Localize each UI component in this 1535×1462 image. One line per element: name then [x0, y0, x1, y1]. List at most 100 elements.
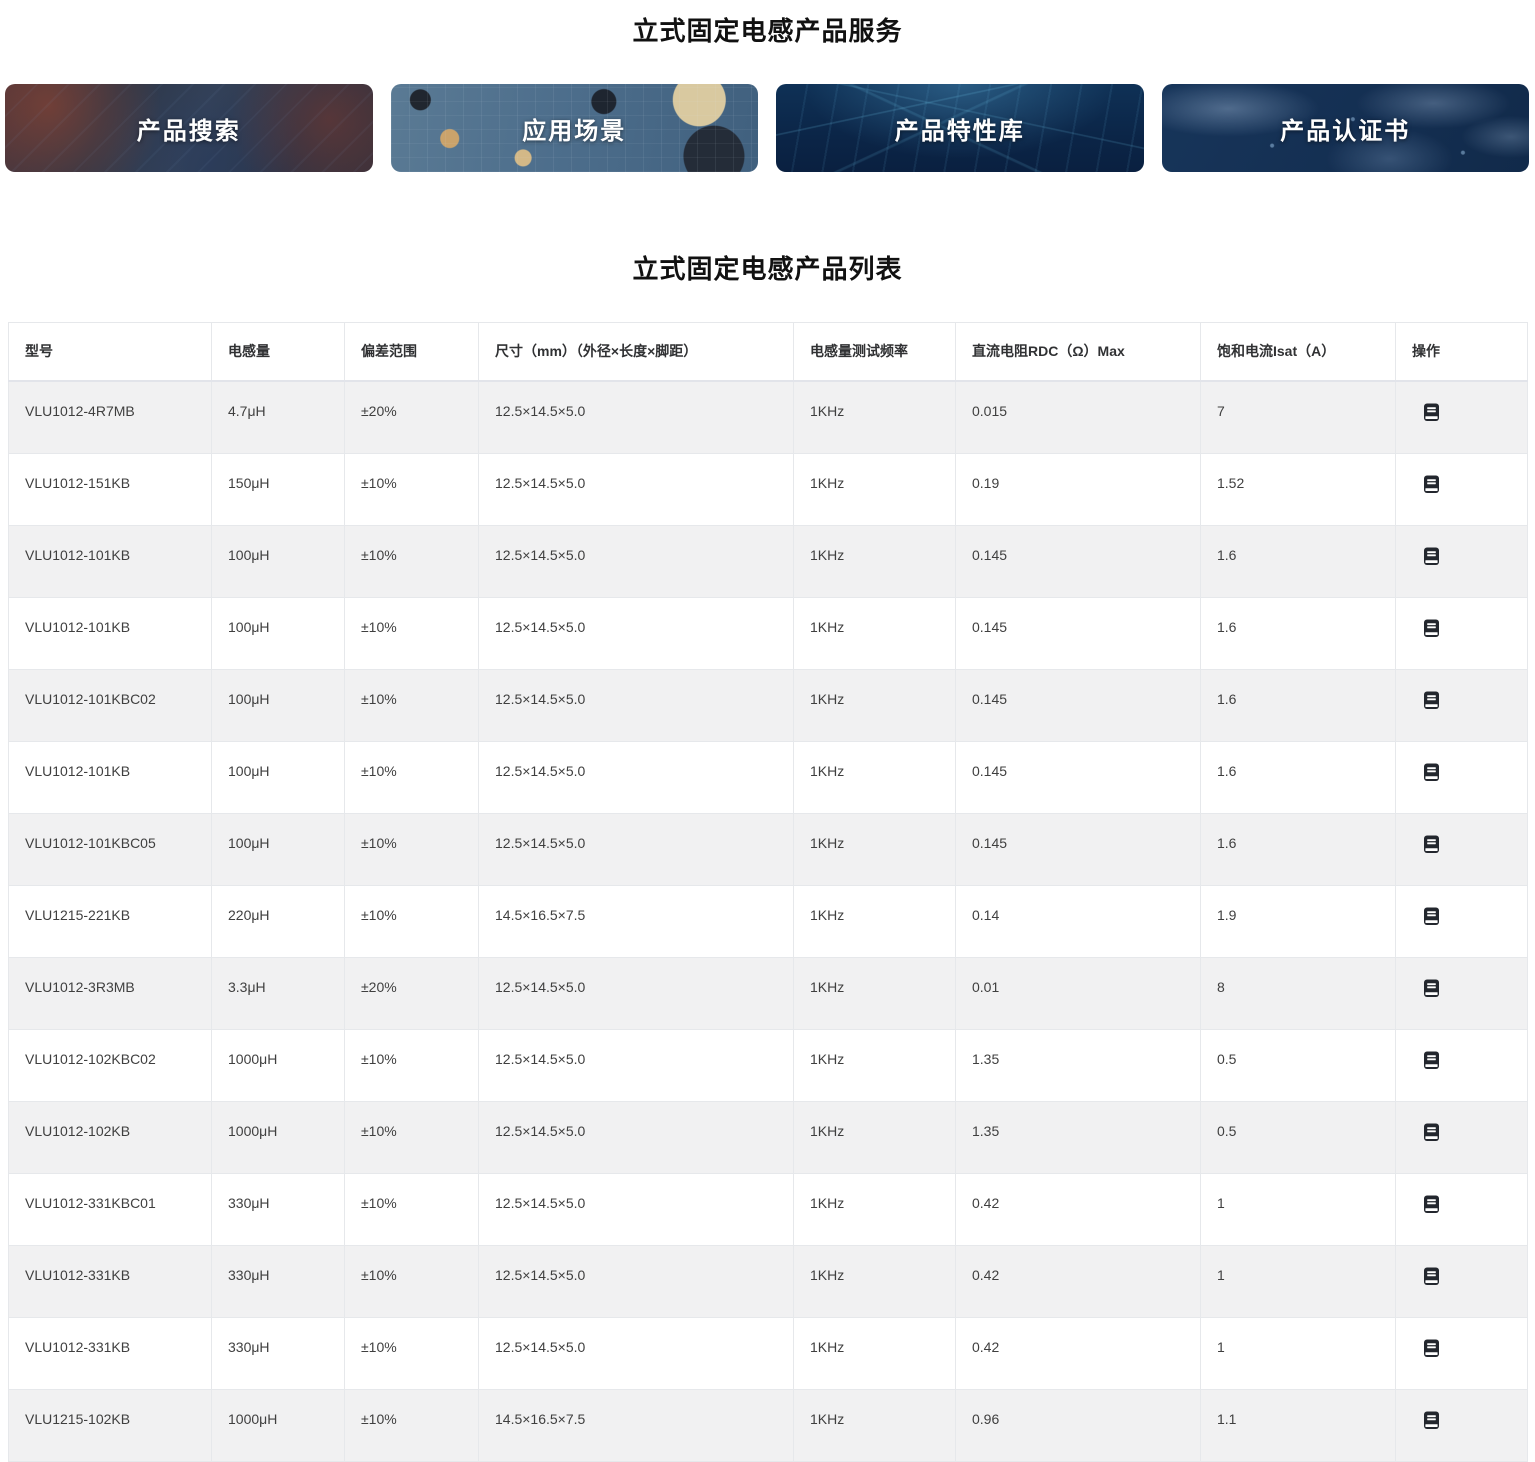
- banner-card-2[interactable]: 应用场景: [391, 84, 759, 172]
- cell-isat: 1.1: [1201, 1390, 1396, 1462]
- cell-action: [1396, 1102, 1528, 1174]
- cell-inductance: 100μH: [212, 742, 345, 814]
- banner-card-1[interactable]: 产品搜索: [5, 84, 373, 172]
- cell-inductance: 150μH: [212, 454, 345, 526]
- cell-rdc: 0.145: [956, 814, 1201, 886]
- cell-inductance: 100μH: [212, 526, 345, 598]
- cell-freq: 1KHz: [794, 526, 956, 598]
- cell-inductance: 330μH: [212, 1318, 345, 1390]
- column-header: 饱和电流Isat（A）: [1201, 323, 1396, 382]
- cell-inductance: 100μH: [212, 814, 345, 886]
- cell-size: 12.5×14.5×5.0: [479, 1102, 794, 1174]
- view-detail-button[interactable]: [1423, 907, 1440, 926]
- view-detail-button[interactable]: [1423, 1051, 1440, 1070]
- cell-rdc: 0.145: [956, 742, 1201, 814]
- cell-tolerance: ±10%: [345, 1174, 479, 1246]
- view-detail-button[interactable]: [1423, 619, 1440, 638]
- cell-action: [1396, 958, 1528, 1030]
- cell-rdc: 0.145: [956, 598, 1201, 670]
- cell-isat: 1.6: [1201, 814, 1396, 886]
- product-table-body: VLU1012-4R7MB4.7μH±20%12.5×14.5×5.01KHz0…: [9, 381, 1528, 1462]
- cell-model: VLU1012-331KBC01: [9, 1174, 212, 1246]
- view-detail-button[interactable]: [1423, 979, 1440, 998]
- cell-tolerance: ±10%: [345, 1030, 479, 1102]
- view-detail-button[interactable]: [1423, 691, 1440, 710]
- cell-rdc: 0.42: [956, 1318, 1201, 1390]
- cell-model: VLU1012-101KB: [9, 598, 212, 670]
- view-detail-button[interactable]: [1423, 1195, 1440, 1214]
- cell-inductance: 1000μH: [212, 1102, 345, 1174]
- table-row: VLU1012-331KBC01330μH±10%12.5×14.5×5.01K…: [9, 1174, 1528, 1246]
- cell-rdc: 0.01: [956, 958, 1201, 1030]
- cell-model: VLU1012-331KB: [9, 1246, 212, 1318]
- cell-freq: 1KHz: [794, 598, 956, 670]
- cell-freq: 1KHz: [794, 454, 956, 526]
- cell-tolerance: ±10%: [345, 670, 479, 742]
- cell-isat: 1.6: [1201, 526, 1396, 598]
- cell-rdc: 1.35: [956, 1030, 1201, 1102]
- cell-action: [1396, 742, 1528, 814]
- cell-size: 12.5×14.5×5.0: [479, 814, 794, 886]
- view-detail-button[interactable]: [1423, 1123, 1440, 1142]
- view-detail-button[interactable]: [1423, 1267, 1440, 1286]
- cell-rdc: 0.14: [956, 886, 1201, 958]
- cell-model: VLU1012-3R3MB: [9, 958, 212, 1030]
- cell-size: 12.5×14.5×5.0: [479, 526, 794, 598]
- view-detail-button[interactable]: [1423, 1339, 1440, 1358]
- book-icon: [1423, 691, 1440, 710]
- cell-isat: 0.5: [1201, 1102, 1396, 1174]
- cell-size: 12.5×14.5×5.0: [479, 670, 794, 742]
- table-row: VLU1012-101KBC02100μH±10%12.5×14.5×5.01K…: [9, 670, 1528, 742]
- cell-tolerance: ±10%: [345, 1102, 479, 1174]
- cell-freq: 1KHz: [794, 1390, 956, 1462]
- cell-isat: 0.5: [1201, 1030, 1396, 1102]
- view-detail-button[interactable]: [1423, 547, 1440, 566]
- cell-action: [1396, 526, 1528, 598]
- cell-tolerance: ±20%: [345, 381, 479, 454]
- cell-size: 12.5×14.5×5.0: [479, 1318, 794, 1390]
- view-detail-button[interactable]: [1423, 763, 1440, 782]
- cell-freq: 1KHz: [794, 958, 956, 1030]
- banner-label: 产品特性库: [895, 111, 1025, 146]
- cell-freq: 1KHz: [794, 670, 956, 742]
- banner-card-3[interactable]: 产品特性库: [776, 84, 1144, 172]
- cell-isat: 1: [1201, 1174, 1396, 1246]
- banner-label: 应用场景: [522, 111, 626, 146]
- table-row: VLU1012-101KBC05100μH±10%12.5×14.5×5.01K…: [9, 814, 1528, 886]
- book-icon: [1423, 1123, 1440, 1142]
- cell-isat: 1.52: [1201, 454, 1396, 526]
- view-detail-button[interactable]: [1423, 835, 1440, 854]
- view-detail-button[interactable]: [1423, 403, 1440, 422]
- cell-tolerance: ±10%: [345, 598, 479, 670]
- banner-label: 产品认证书: [1280, 111, 1410, 146]
- cell-tolerance: ±10%: [345, 454, 479, 526]
- cell-action: [1396, 381, 1528, 454]
- cell-freq: 1KHz: [794, 1174, 956, 1246]
- book-icon: [1423, 1195, 1440, 1214]
- cell-tolerance: ±10%: [345, 1318, 479, 1390]
- table-row: VLU1012-4R7MB4.7μH±20%12.5×14.5×5.01KHz0…: [9, 381, 1528, 454]
- book-icon: [1423, 475, 1440, 494]
- cell-size: 12.5×14.5×5.0: [479, 1246, 794, 1318]
- cell-freq: 1KHz: [794, 886, 956, 958]
- cell-inductance: 330μH: [212, 1246, 345, 1318]
- cell-action: [1396, 454, 1528, 526]
- product-table: 型号电感量偏差范围尺寸（mm）（外径×长度×脚距）电感量测试频率直流电阻RDC（…: [8, 322, 1528, 1462]
- table-row: VLU1012-101KB100μH±10%12.5×14.5×5.01KHz0…: [9, 526, 1528, 598]
- cell-isat: 1.6: [1201, 742, 1396, 814]
- cell-inductance: 100μH: [212, 670, 345, 742]
- table-row: VLU1215-221KB220μH±10%14.5×16.5×7.51KHz0…: [9, 886, 1528, 958]
- cell-tolerance: ±10%: [345, 1246, 479, 1318]
- view-detail-button[interactable]: [1423, 475, 1440, 494]
- banner-card-4[interactable]: 产品认证书: [1162, 84, 1530, 172]
- cell-tolerance: ±10%: [345, 1390, 479, 1462]
- cell-size: 12.5×14.5×5.0: [479, 598, 794, 670]
- cell-rdc: 0.42: [956, 1246, 1201, 1318]
- cell-isat: 1: [1201, 1246, 1396, 1318]
- cell-model: VLU1012-101KB: [9, 742, 212, 814]
- table-row: VLU1012-102KB1000μH±10%12.5×14.5×5.01KHz…: [9, 1102, 1528, 1174]
- table-row: VLU1012-101KB100μH±10%12.5×14.5×5.01KHz0…: [9, 598, 1528, 670]
- cell-tolerance: ±10%: [345, 886, 479, 958]
- cell-action: [1396, 1390, 1528, 1462]
- cell-isat: 1.6: [1201, 670, 1396, 742]
